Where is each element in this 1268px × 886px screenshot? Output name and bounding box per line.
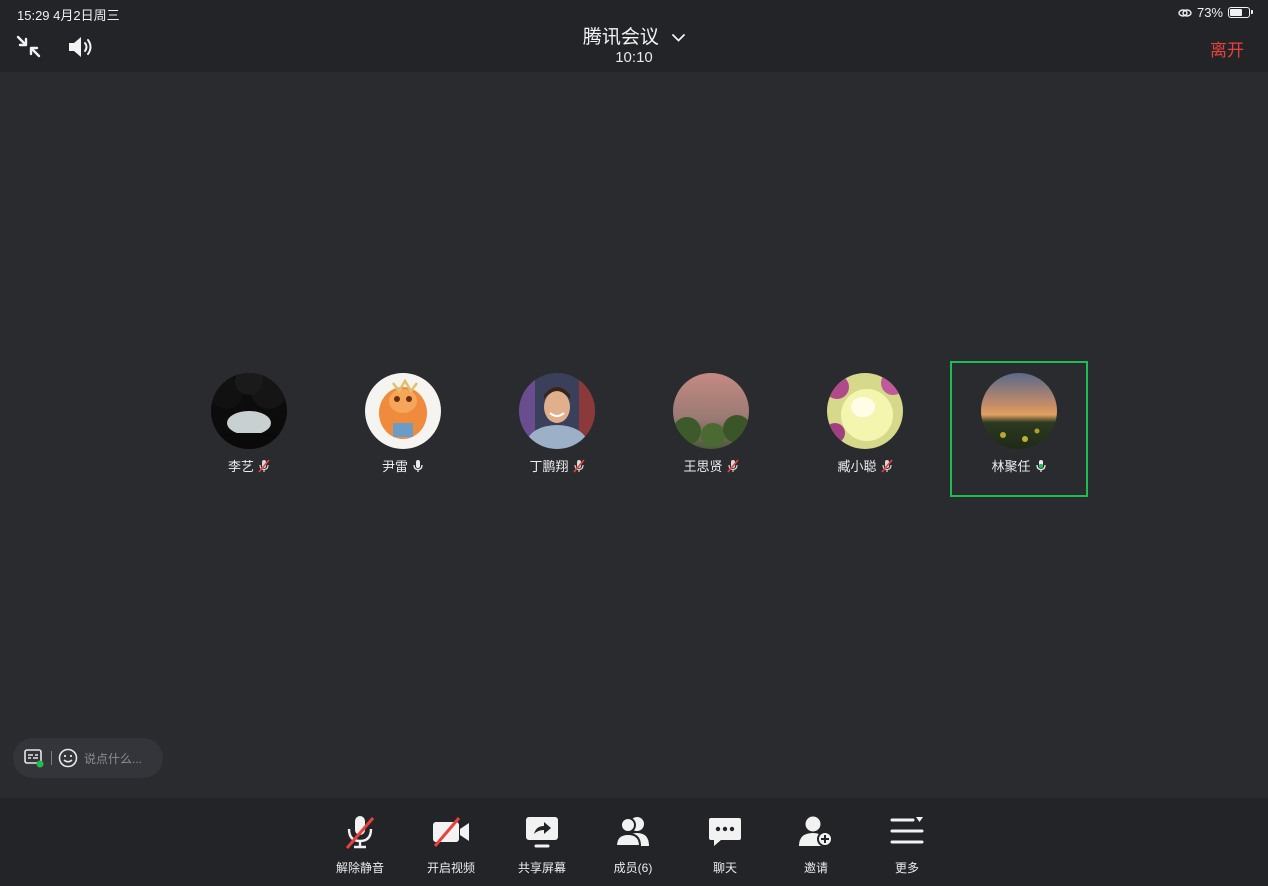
participant-tile[interactable]: 尹雷 <box>336 363 470 495</box>
invite-icon <box>799 816 833 847</box>
unmute-button[interactable]: 解除静音 <box>325 814 395 878</box>
meeting-title-text: 腾讯会议 <box>582 27 659 48</box>
participant-name: 林聚任 <box>991 459 1031 474</box>
mic-muted-icon <box>880 458 893 473</box>
battery-level <box>1230 9 1242 16</box>
caption-icon[interactable] <box>23 747 45 769</box>
meeting-title[interactable]: 腾讯会议 <box>0 22 1268 49</box>
participant-name-row: 王思贤 <box>644 456 778 475</box>
participant-name: 丁鹏翔 <box>529 459 569 474</box>
invite-label: 邀请 <box>803 861 828 875</box>
avatar <box>211 373 287 449</box>
share-screen-button[interactable]: 共享屏幕 <box>507 814 577 878</box>
participant-tile[interactable]: 丁鹏翔 <box>490 363 624 495</box>
status-indicators: 73% <box>1178 5 1253 20</box>
avatar <box>673 373 749 449</box>
chat-label: 聊天 <box>712 861 737 875</box>
mic-muted-icon <box>345 816 375 849</box>
share-screen-label: 共享屏幕 <box>517 861 566 875</box>
more-icon <box>890 817 924 844</box>
chat-placeholder[interactable]: 说点什么... <box>84 750 142 767</box>
participant-name: 李艺 <box>227 459 254 474</box>
invite-button[interactable]: 邀请 <box>781 814 851 878</box>
chat-icon <box>709 818 741 846</box>
participant-name: 王思贤 <box>683 459 723 474</box>
unmute-label: 解除静音 <box>335 861 384 875</box>
chevron-down-icon <box>672 34 686 42</box>
participant-tile-active-speaker[interactable]: 林聚任 <box>950 361 1088 497</box>
participant-gallery: 李艺 尹雷 丁鹏翔 王思贤 臧小聪 林聚任 <box>0 0 1268 886</box>
more-button[interactable]: 更多 <box>872 814 942 878</box>
share-screen-icon <box>526 817 558 848</box>
more-label: 更多 <box>894 861 919 875</box>
participant-tile[interactable]: 李艺 <box>182 363 316 495</box>
participant-name: 尹雷 <box>381 459 408 474</box>
participant-name-row: 李艺 <box>182 456 316 475</box>
participant-name-row: 林聚任 <box>952 456 1086 475</box>
chat-input-pill[interactable]: 说点什么... <box>13 738 163 778</box>
link-icon <box>1178 8 1192 17</box>
mic-icon <box>413 459 423 472</box>
leave-button[interactable]: 离开 <box>1210 36 1244 61</box>
participant-name: 臧小聪 <box>837 459 877 474</box>
mic-speaking-icon <box>1035 459 1046 472</box>
members-label: 成员(6) <box>613 861 653 875</box>
chat-button[interactable]: 聊天 <box>690 814 760 878</box>
members-icon <box>614 817 649 847</box>
start-video-button[interactable]: 开启视频 <box>416 814 486 878</box>
divider <box>51 751 52 765</box>
participant-name-row: 丁鹏翔 <box>490 456 624 475</box>
avatar <box>981 373 1057 449</box>
avatar <box>519 373 595 449</box>
battery-icon <box>1228 7 1253 18</box>
mic-muted-icon <box>572 458 585 473</box>
mic-muted-icon <box>258 458 270 473</box>
meeting-elapsed-time: 10:10 <box>615 49 653 66</box>
mic-muted-icon <box>726 458 739 473</box>
members-button[interactable]: 成员(6) <box>598 814 668 878</box>
top-bar: 15:29 4月2日周三 73% 腾讯会议 10:10 离开 <box>0 0 1268 72</box>
participant-name-row: 臧小聪 <box>798 456 932 475</box>
bottom-toolbar: 解除静音 开启视频 共享屏幕 成员(6) 聊天 邀请 更多 <box>0 798 1268 886</box>
participant-tile[interactable]: 王思贤 <box>644 363 778 495</box>
start-video-label: 开启视频 <box>426 861 475 875</box>
participant-tile[interactable]: 臧小聪 <box>798 363 932 495</box>
avatar <box>365 373 441 449</box>
participant-name-row: 尹雷 <box>336 456 470 475</box>
battery-percent: 73% <box>1196 5 1223 20</box>
avatar <box>827 373 903 449</box>
emoji-icon[interactable] <box>58 748 78 768</box>
camera-off-icon <box>433 817 469 847</box>
